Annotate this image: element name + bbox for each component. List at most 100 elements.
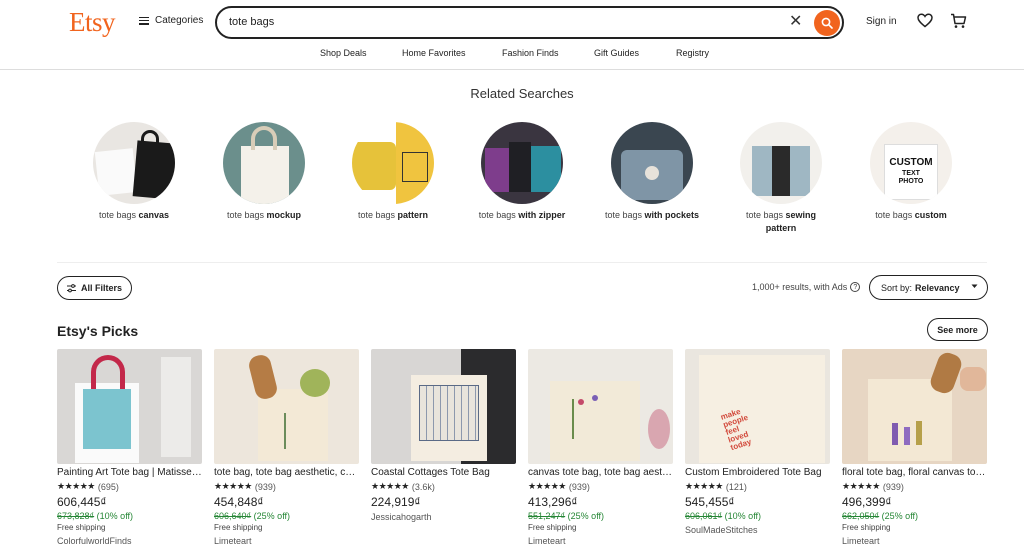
star-rating-icon: ★★★★★ (842, 481, 880, 491)
shop-name[interactable]: SoulMadeStitches (685, 525, 830, 535)
see-more-button[interactable]: See more (927, 318, 988, 341)
clear-search-icon[interactable]: ✕ (789, 13, 802, 31)
sort-prefix: Sort by: (881, 282, 913, 293)
product-card[interactable]: Painting Art Tote bag | Matisse Tote bag… (57, 349, 202, 546)
results-count: 1,000+ results, with Ads ? (752, 282, 861, 292)
filter-sliders-icon (66, 283, 76, 292)
related-search-thumbnail (93, 122, 175, 204)
sort-dropdown[interactable]: Sort by: Relevancy (869, 275, 988, 300)
product-card[interactable]: canvas tote bag, tote bag aesthetic ★★★★… (528, 349, 673, 546)
product-price: 454,848₫ (214, 495, 264, 509)
related-search-label: tote bags canvas (98, 210, 170, 220)
related-search-label: tote bags pattern (357, 210, 429, 220)
product-card[interactable]: floral tote bag, floral canvas tote bag … (842, 349, 987, 546)
product-card[interactable]: tote bag, tote bag aesthetic, canvas tot… (214, 349, 359, 546)
shop-name[interactable]: Jessicahogarth (371, 512, 516, 522)
product-image[interactable]: make people feel loved today (685, 349, 830, 464)
product-rating: ★★★★★ (939) (842, 481, 987, 492)
discount-percent: (25% off) (567, 511, 605, 521)
shop-name[interactable]: Limeteart (214, 536, 359, 546)
product-title[interactable]: canvas tote bag, tote bag aesthetic (528, 467, 673, 478)
product-title[interactable]: Coastal Cottages Tote Bag (371, 467, 516, 478)
chevron-down-icon (971, 284, 978, 288)
related-search-with-zipper[interactable]: tote bags with zipper (467, 122, 577, 222)
menu-icon (139, 16, 149, 25)
product-image[interactable] (214, 349, 359, 464)
product-rating: ★★★★★ (939) (214, 481, 359, 492)
all-filters-label: All Filters (80, 283, 122, 293)
related-search-canvas[interactable]: tote bags canvas (79, 122, 189, 222)
subnav-gift-guides[interactable]: Gift Guides (594, 48, 639, 58)
product-rating: ★★★★★ (121) (685, 481, 830, 492)
subnav-shop-deals[interactable]: Shop Deals (320, 48, 367, 58)
star-rating-icon: ★★★★★ (685, 481, 723, 491)
product-image[interactable] (842, 349, 987, 464)
product-image[interactable] (371, 349, 516, 464)
shipping-label: Free shipping (842, 523, 891, 532)
product-discount: 662,050₫ (25% off) (842, 511, 987, 521)
product-price: 224,919₫ (371, 495, 421, 509)
related-search-thumbnail (740, 122, 822, 204)
original-price: 606,061₫ (685, 511, 723, 521)
related-search-thumbnail (223, 122, 305, 204)
help-icon[interactable]: ? (850, 282, 861, 292)
related-search-with-pockets[interactable]: tote bags with pockets (597, 122, 707, 222)
subnav-registry[interactable]: Registry (676, 48, 709, 58)
shipping-label: Free shipping (57, 523, 106, 532)
shipping-label: Free shipping (528, 523, 577, 532)
original-price: 551,247₫ (528, 511, 566, 521)
shop-name[interactable]: Limeteart (528, 536, 673, 546)
favorites-heart-icon[interactable] (917, 13, 933, 28)
star-rating-icon: ★★★★★ (528, 481, 566, 491)
product-price: 413,296₫ (528, 495, 578, 509)
product-image[interactable] (528, 349, 673, 464)
related-search-pattern[interactable]: tote bags pattern (338, 122, 448, 222)
search-button[interactable] (814, 10, 840, 36)
product-discount: 606,640₫ (25% off) (214, 511, 359, 521)
shop-name[interactable]: ColorfulworldFinds (57, 536, 202, 546)
categories-button[interactable]: Categories (139, 15, 203, 26)
product-title[interactable]: floral tote bag, floral canvas tote bag (842, 467, 987, 478)
subnav-home-favorites[interactable]: Home Favorites (402, 48, 466, 58)
related-search-label: tote bags with zipper (478, 210, 566, 220)
related-search-label: tote bags with pockets (604, 210, 700, 220)
related-search-thumbnail: CUSTOM TEXT PHOTO (870, 122, 952, 204)
review-count: (695) (97, 481, 119, 492)
all-filters-button[interactable]: All Filters (57, 276, 132, 300)
original-price: 606,640₫ (214, 511, 252, 521)
sort-value: Relevancy (915, 282, 960, 293)
review-count: (121) (725, 481, 747, 492)
product-card[interactable]: make people feel loved today Custom Embroide… (685, 349, 830, 535)
product-price: 496,399₫ (842, 495, 892, 509)
star-rating-icon: ★★★★★ (371, 481, 409, 491)
cart-icon[interactable] (950, 13, 967, 29)
search-bar[interactable]: tote bags ✕ (215, 6, 844, 39)
site-header: Etsy Categories tote bags ✕ Sign in Shop… (0, 0, 1024, 70)
product-title[interactable]: Painting Art Tote bag | Matisse Tote bag (57, 467, 202, 478)
search-icon (821, 17, 833, 29)
related-search-label: tote bags mockup (226, 210, 302, 220)
product-card[interactable]: Coastal Cottages Tote Bag ★★★★★ (3.6k) 22… (371, 349, 516, 522)
related-searches-heading: Related Searches (470, 86, 574, 101)
subnav-fashion-finds[interactable]: Fashion Finds (502, 48, 559, 58)
discount-percent: (25% off) (253, 511, 291, 521)
product-title[interactable]: Custom Embroidered Tote Bag (685, 467, 830, 478)
review-count: (3.6k) (411, 481, 435, 492)
product-rating: ★★★★★ (695) (57, 481, 202, 492)
etsy-logo[interactable]: Etsy (69, 7, 116, 38)
signin-link[interactable]: Sign in (866, 16, 897, 27)
search-input[interactable]: tote bags (229, 16, 274, 28)
product-discount: 606,061₫ (10% off) (685, 511, 830, 521)
related-search-sewing-pattern[interactable]: tote bags sewing pattern (726, 122, 836, 235)
product-discount: 673,828₫ (10% off) (57, 511, 202, 521)
product-title[interactable]: tote bag, tote bag aesthetic, canvas tot… (214, 467, 359, 478)
discount-percent: (10% off) (96, 511, 134, 521)
categories-label: Categories (155, 15, 204, 26)
etsys-picks-heading: Etsy's Picks (57, 323, 139, 339)
shop-name[interactable]: Limeteart (842, 536, 987, 546)
related-search-thumbnail (611, 122, 693, 204)
related-search-custom[interactable]: CUSTOM TEXT PHOTO tote bags custom (856, 122, 966, 222)
product-image[interactable] (57, 349, 202, 464)
product-price: 545,455₫ (685, 495, 735, 509)
related-search-mockup[interactable]: tote bags mockup (209, 122, 319, 222)
